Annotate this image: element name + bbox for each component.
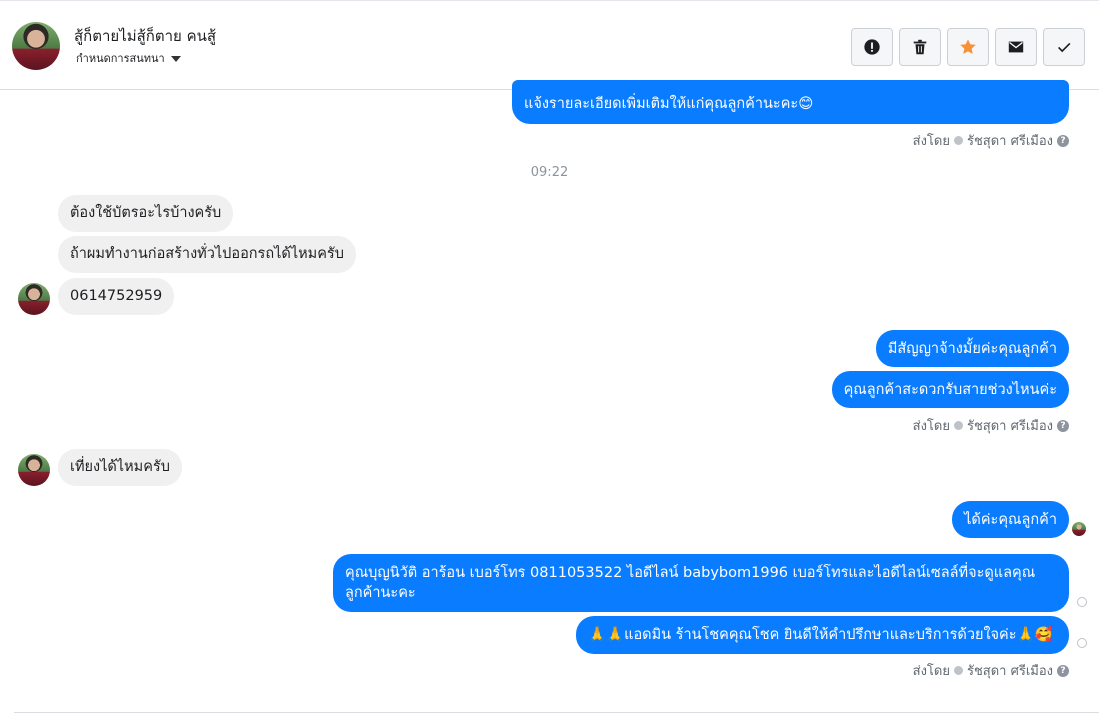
help-icon[interactable]: ? (1057, 134, 1069, 147)
contact-name[interactable]: สู้ก็ตายไม่สู้ก็ตาย คนสู้ (74, 24, 216, 48)
delivered-icon (1077, 638, 1087, 648)
contact-avatar-small[interactable] (18, 283, 50, 315)
contact-avatar-small[interactable] (18, 454, 50, 486)
incoming-message[interactable]: 0614752959 (58, 278, 175, 315)
sender-name[interactable]: รัชสุดา ศรีเมือง (967, 130, 1053, 151)
composer-divider (14, 712, 1099, 713)
sent-check-icon (953, 666, 963, 675)
sent-check-icon (953, 421, 963, 430)
mail-button[interactable] (995, 28, 1037, 66)
caret-down-icon (170, 55, 181, 62)
conversation-header: สู้ก็ตายไม่สู้ก็ตาย คนสู้ กำหนดการสนทนา (0, 0, 1099, 90)
schedule-dropdown[interactable]: กำหนดการสนทนา (76, 49, 181, 67)
outgoing-message[interactable]: แจ้งรายละเอียดเพิ่มเติมให้แก่คุณลูกค้านะ… (512, 80, 1069, 124)
trash-icon (913, 39, 927, 55)
sender-name[interactable]: รัชสุดา ศรีเมือง (967, 415, 1053, 436)
help-icon[interactable]: ? (1057, 664, 1069, 677)
outgoing-message[interactable]: 🙏🙏แอดมิน ร้านโชคคุณโชค ยินดีให้คำปรึกษาแ… (576, 616, 1069, 654)
outgoing-message[interactable]: คุณบุญนิวัติ อาร้อน เบอร์โทร 0811053522 … (333, 554, 1069, 612)
help-icon[interactable]: ? (1057, 419, 1069, 432)
sent-check-icon (953, 136, 963, 145)
incoming-message[interactable]: เที่ยงได้ไหมครับ (58, 449, 182, 486)
seen-avatar (1072, 522, 1086, 536)
sent-by-info: ส่งโดย รัชสุดา ศรีเมือง ? (913, 130, 1069, 151)
mail-icon (1008, 41, 1024, 53)
schedule-label: กำหนดการสนทนา (76, 52, 165, 65)
alert-icon (864, 39, 880, 55)
outgoing-message[interactable]: ได้ค่ะคุณลูกค้า (952, 501, 1069, 538)
incoming-message[interactable]: ถ้าผมทำงานก่อสร้างทั่วไปออกรถได้ไหมครับ (58, 236, 356, 273)
outgoing-message[interactable]: คุณลูกค้าสะดวกรับสายช่วงไหนค่ะ (831, 371, 1069, 408)
star-button[interactable] (947, 28, 989, 66)
timestamp: 09:22 (530, 165, 569, 180)
delete-button[interactable] (899, 28, 941, 66)
sent-by-info: ส่งโดย รัชสุดา ศรีเมือง ? (913, 415, 1069, 436)
sender-name[interactable]: รัชสุดา ศรีเมือง (967, 660, 1053, 681)
incoming-message[interactable]: ต้องใช้บัตรอะไรบ้างครับ (58, 195, 234, 232)
contact-avatar[interactable] (12, 22, 60, 70)
star-icon (960, 39, 976, 54)
outgoing-message[interactable]: มีสัญญาจ้างมั้ยค่ะคุณลูกค้า (875, 330, 1069, 367)
alert-button[interactable] (851, 28, 893, 66)
check-icon (1058, 42, 1071, 53)
done-button[interactable] (1043, 28, 1085, 66)
sent-by-info: ส่งโดย รัชสุดา ศรีเมือง ? (913, 660, 1069, 681)
delivered-icon (1077, 597, 1087, 607)
